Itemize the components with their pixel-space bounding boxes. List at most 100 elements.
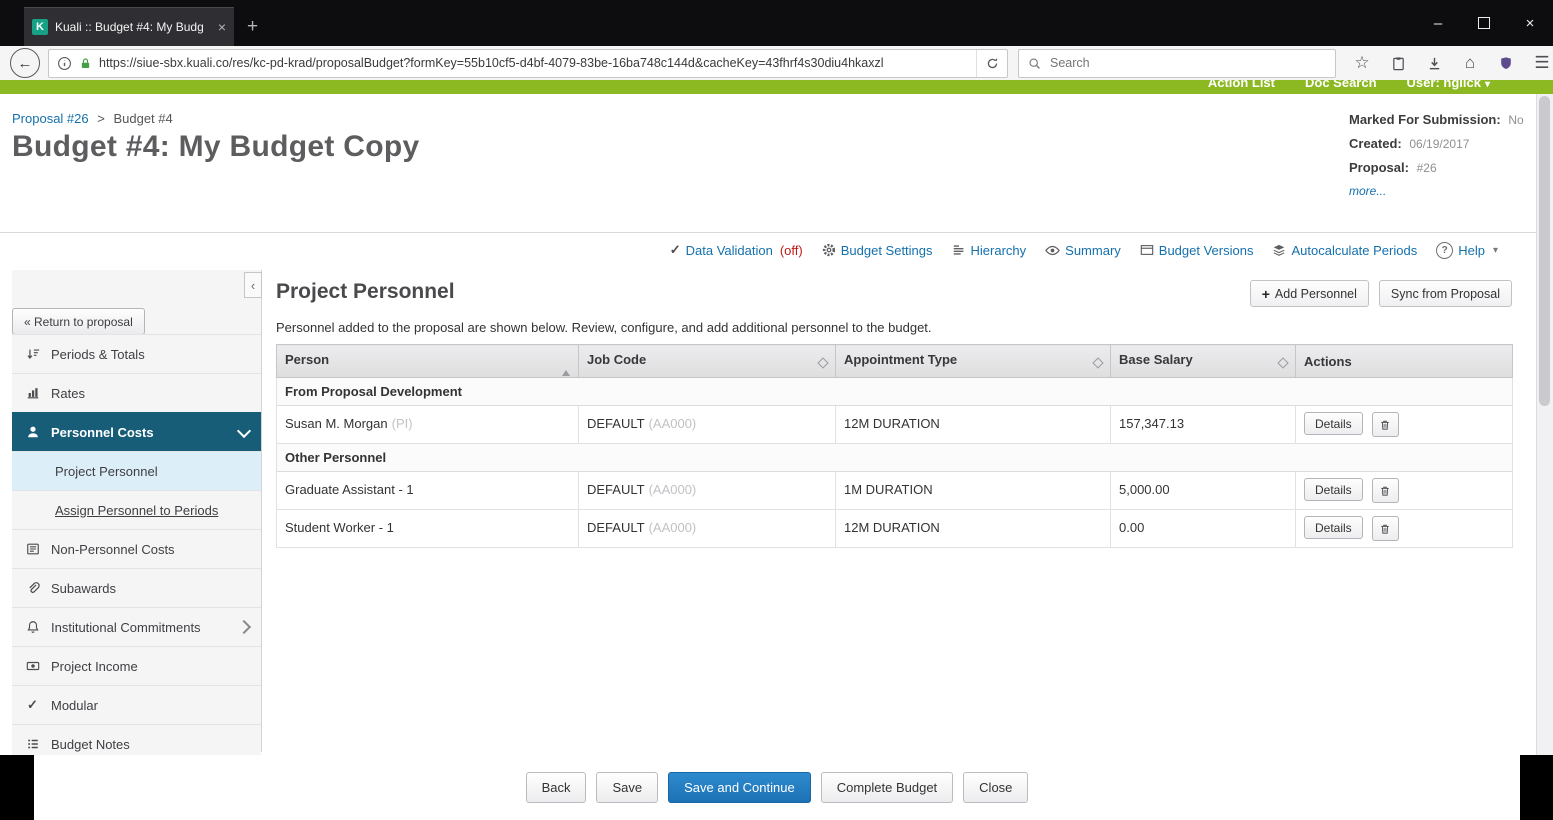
sidebar-item-project-personnel[interactable]: Project Personnel <box>12 451 261 490</box>
add-personnel-label: Add Personnel <box>1274 286 1357 301</box>
clipboard-icon[interactable] <box>1380 48 1416 78</box>
sidebar-item-non-personnel-costs[interactable]: Non-Personnel Costs <box>12 529 261 568</box>
sidebar-item-periods-totals[interactable]: Periods & Totals <box>12 334 261 373</box>
breadcrumb-proposal-link[interactable]: Proposal #26 <box>12 111 89 126</box>
delete-button[interactable] <box>1371 478 1399 503</box>
autocalculate-label: Autocalculate Periods <box>1291 242 1418 258</box>
cell-actions: Details <box>1295 471 1513 510</box>
return-to-proposal-button[interactable]: « Return to proposal <box>12 308 145 335</box>
sidebar-item-label: Assign Personnel to Periods <box>55 502 219 518</box>
sort-icon[interactable] <box>1277 357 1289 369</box>
table-row: Graduate Assistant - 1 DEFAULT (AA000) 1M… <box>276 471 1513 510</box>
window-controls: – × <box>1415 0 1553 46</box>
sidebar-item-label: Periods & Totals <box>51 346 145 362</box>
budget-versions-button[interactable]: Budget Versions <box>1140 243 1253 258</box>
details-button[interactable]: Details <box>1304 478 1363 501</box>
more-link[interactable]: more... <box>1349 182 1524 201</box>
breadcrumb: Proposal #26 > Budget #4 <box>12 111 173 126</box>
cell-appointment: 12M DURATION <box>835 509 1111 548</box>
sidebar-collapse-button[interactable]: ‹ <box>244 272 262 298</box>
sidebar-item-modular[interactable]: ✓ Modular <box>12 685 261 724</box>
cell-actions: Details <box>1295 509 1513 548</box>
column-header-base-salary[interactable]: Base Salary <box>1110 344 1296 378</box>
shield-icon[interactable] <box>1488 48 1524 78</box>
hierarchy-button[interactable]: Hierarchy <box>952 243 1026 258</box>
window-close-button[interactable]: × <box>1507 0 1553 46</box>
meta-marked-value: No <box>1508 113 1524 127</box>
sidebar-item-label: Project Personnel <box>55 463 158 479</box>
meta-marked-label: Marked For Submission: <box>1349 112 1501 127</box>
summary-button[interactable]: Summary <box>1045 243 1121 258</box>
doc-search-link[interactable]: Doc Search <box>1305 80 1377 94</box>
help-button[interactable]: ? Help ▾ <box>1436 241 1498 259</box>
search-input[interactable] <box>1048 55 1326 71</box>
meta-created: Created: 06/19/2017 <box>1349 134 1524 154</box>
delete-button[interactable] <box>1371 516 1399 541</box>
browser-navbar: ← ☆ ⌂ <box>0 46 1553 81</box>
browser-tab[interactable]: K Kuali :: Budget #4: My Budg × <box>24 7 234 46</box>
download-icon[interactable] <box>1416 48 1452 78</box>
budget-toolbar: ✓ Data Validation (off) Budget Settings … <box>670 238 1498 262</box>
cell-person: Graduate Assistant - 1 <box>276 471 579 510</box>
summary-label: Summary <box>1065 242 1121 258</box>
search-icon <box>1028 57 1041 70</box>
sidebar-item-label: Modular <box>51 697 98 713</box>
close-button[interactable]: Close <box>963 772 1029 803</box>
sidebar-item-label: Rates <box>51 385 85 401</box>
sort-icon[interactable] <box>817 357 829 369</box>
back-button[interactable]: ← <box>10 48 40 78</box>
info-icon[interactable] <box>57 56 72 71</box>
data-validation-button[interactable]: ✓ Data Validation (off) <box>670 242 803 258</box>
sort-icon[interactable] <box>1092 357 1104 369</box>
sidebar-item-personnel-costs[interactable]: Personnel Costs <box>12 412 261 451</box>
sidebar-item-label: Institutional Commitments <box>51 619 201 635</box>
reload-button[interactable] <box>976 49 1007 77</box>
window-maximize-button[interactable] <box>1461 0 1507 46</box>
page-scrollbar[interactable] <box>1536 94 1553 755</box>
eye-icon <box>1045 243 1060 258</box>
save-button[interactable]: Save <box>596 772 659 803</box>
scrollbar-thumb[interactable] <box>1539 96 1550 406</box>
cell-base-salary: 157,347.13 <box>1110 405 1296 444</box>
sync-from-proposal-button[interactable]: Sync from Proposal <box>1378 280 1512 307</box>
search-bar[interactable] <box>1018 48 1336 78</box>
column-header-appointment-type[interactable]: Appointment Type <box>835 344 1111 378</box>
new-tab-button[interactable]: + <box>247 16 258 38</box>
hamburger-menu-icon[interactable]: ☰ <box>1524 48 1553 78</box>
action-list-link[interactable]: Action List <box>1208 80 1275 94</box>
chart-icon <box>24 386 41 400</box>
paperclip-icon <box>24 581 41 595</box>
budget-settings-button[interactable]: Budget Settings <box>822 243 933 258</box>
check-icon: ✓ <box>669 242 681 257</box>
sidebar-item-project-income[interactable]: Project Income <box>12 646 261 685</box>
lock-icon[interactable] <box>79 57 92 70</box>
meta-proposal: Proposal: #26 <box>1349 158 1524 178</box>
home-icon[interactable]: ⌂ <box>1452 48 1488 78</box>
user-menu[interactable]: User: nglick ▾ <box>1407 80 1490 94</box>
url-bar[interactable] <box>48 48 1008 78</box>
back-button[interactable]: Back <box>525 772 587 803</box>
sort-asc-icon[interactable] <box>562 355 570 376</box>
column-header-actions: Actions <box>1295 344 1513 378</box>
url-input[interactable] <box>99 56 969 70</box>
add-personnel-button[interactable]: + Add Personnel <box>1249 280 1369 307</box>
bookmark-star-icon[interactable]: ☆ <box>1344 48 1380 78</box>
check-icon: ✓ <box>27 697 38 712</box>
column-header-person[interactable]: Person <box>276 344 579 378</box>
sidebar-item-rates[interactable]: Rates <box>12 373 261 412</box>
tab-close-icon[interactable]: × <box>218 19 226 35</box>
delete-button[interactable] <box>1371 412 1399 437</box>
window-minimize-button[interactable]: – <box>1415 0 1461 46</box>
sidebar-item-assign-personnel[interactable]: Assign Personnel to Periods <box>12 490 261 529</box>
column-header-job-code[interactable]: Job Code <box>578 344 836 378</box>
save-and-continue-button[interactable]: Save and Continue <box>668 772 811 803</box>
complete-budget-button[interactable]: Complete Budget <box>820 772 954 803</box>
job-code-note: (AA000) <box>648 482 697 497</box>
details-button[interactable]: Details <box>1304 412 1363 435</box>
sidebar-item-subawards[interactable]: Subawards <box>12 568 261 607</box>
hierarchy-icon <box>952 243 966 257</box>
autocalculate-periods-button[interactable]: Autocalculate Periods <box>1272 243 1417 258</box>
main-panel: Project Personnel + Add Personnel Sync f… <box>276 280 1513 548</box>
sidebar-item-institutional-commitments[interactable]: Institutional Commitments <box>12 607 261 646</box>
details-button[interactable]: Details <box>1304 516 1363 539</box>
